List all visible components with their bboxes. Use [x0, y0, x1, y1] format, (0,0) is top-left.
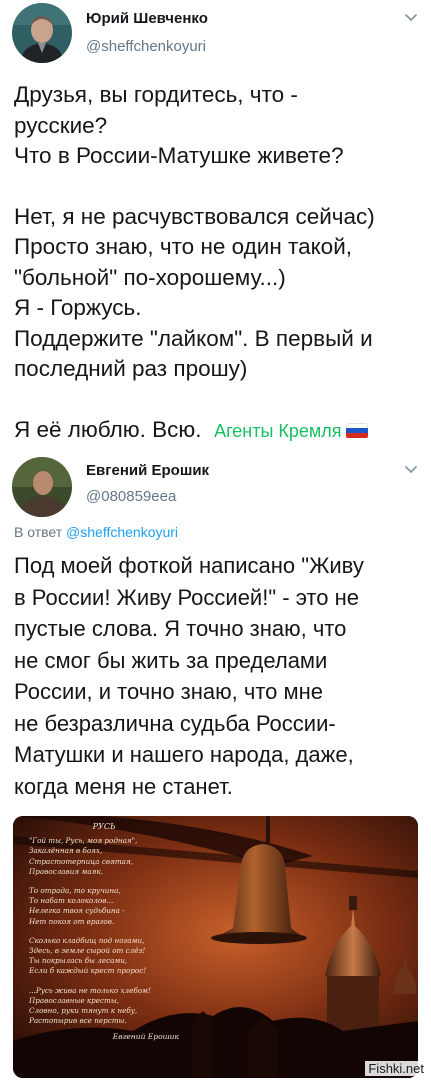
poem-title: РУСЬ [92, 822, 116, 831]
poem-line: Страстотерпица святая, [29, 856, 133, 866]
tweet-1[interactable]: Юрий Шевченко @sheffchenkoyuri Друзья, в… [0, 0, 431, 452]
poem-line: Ты покрылась бы лесами, [29, 956, 128, 966]
poem-signature: Евгений Ерошик [112, 1032, 179, 1042]
poem-line: "Гой ты, Русь, моя родная", [29, 836, 138, 846]
poem-line: ...Русь жива не только хлебом! [29, 985, 151, 995]
tweet-line: не смог бы жить за пределами [14, 647, 328, 673]
poem-line: Если б каждый крест пророс! [29, 966, 147, 976]
poem-line: Закалённая в боях, [29, 846, 103, 856]
poem-stanza-gap [29, 977, 179, 986]
poem-line: Растопырив все персты. [29, 1016, 127, 1026]
author-avatar[interactable] [12, 457, 72, 517]
tweet-line: Что в России-Матушке живете? [14, 143, 344, 168]
tweet-line: Друзья, вы гордитесь, что - [14, 82, 298, 107]
tweet-2[interactable]: Евгений Ерошик @080859eea В ответ @sheff… [0, 452, 431, 1080]
tweet-line: Матушки и нашего народа, даже, [14, 742, 354, 767]
poem-line: То набат колоколов... [29, 896, 114, 906]
tweet-line: Я её люблю. Всю. [14, 416, 202, 442]
attached-image[interactable]: РУСЬ "Гой ты, Русь, моя родная", Закалён… [13, 816, 418, 1078]
poem-text: РУСЬ "Гой ты, Русь, моя родная", Закалён… [29, 822, 179, 1043]
poem-line: Здесь, в земле сырой от слёз! [29, 946, 146, 956]
reply-context: В ответ @sheffchenkoyuri [14, 524, 178, 540]
tweet-line: Я - Горжусь. [14, 295, 142, 320]
tweet-line: России, и точно знаю, что мне [14, 679, 324, 704]
tweet-line: Нет, я не расчувствовался сейчас) [14, 203, 375, 229]
author-handle[interactable]: @080859eea [86, 488, 176, 505]
tweet-line: Просто знаю, что не один такой, [14, 234, 353, 259]
tweet-line: не безразлична судьба России- [14, 710, 336, 736]
poem-line: Сколько кладбищ под ногами, [29, 935, 145, 945]
poem-line: То отрада, то кручина, [29, 886, 121, 896]
tweet-line: когда меня не станет. [14, 773, 233, 799]
poem-line: Православия маяк. [29, 866, 103, 876]
watermark-logo: Fishki.net [365, 1061, 427, 1076]
poem-stanza-gap [29, 927, 179, 936]
poem-line: Нет покоя от врагов. [29, 916, 115, 926]
poem-line: Словно, руки тянут к небу, [29, 1006, 138, 1016]
poem-stanza-gap [29, 877, 179, 886]
tweet-line: русские? [14, 112, 108, 138]
tweet-line: "больной" по-хорошему...) [14, 264, 286, 290]
chevron-down-icon[interactable] [403, 10, 419, 26]
reply-mention-link[interactable]: @sheffchenkoyuri [66, 524, 178, 540]
poem-line: Православные кресты, [29, 995, 119, 1005]
tweet-line: пустые слова. Я точно знаю, что [14, 616, 347, 641]
tweet-line: Под моей фоткой написано "Живу [14, 553, 364, 578]
tweet-text: Друзья, вы гордитесь, что - русские? Что… [14, 80, 419, 446]
reply-prefix: В ответ [14, 524, 63, 540]
hashtag-link[interactable]: Агенты Кремля [214, 421, 341, 441]
author-name[interactable]: Евгений Ерошик [86, 462, 209, 479]
author-avatar[interactable] [12, 3, 72, 63]
tweet-last-line: Я её люблю. Всю. Агенты Кремля [14, 415, 419, 447]
tweet-line: Поддержите "лайком". В первый и [14, 325, 373, 351]
tweet-line: в России! Живу Россией!" - это не [14, 584, 359, 610]
author-name[interactable]: Юрий Шевченко [86, 10, 208, 27]
tweet-line: последний раз прошу) [14, 356, 248, 381]
chevron-down-icon[interactable] [403, 462, 419, 478]
tweet-text: Под моей фоткой написано "Живу в России!… [14, 550, 419, 802]
russian-flag-icon [345, 422, 368, 439]
poem-line: Нелегка твоя судьбина - [29, 906, 125, 916]
author-handle[interactable]: @sheffchenkoyuri [86, 38, 206, 55]
